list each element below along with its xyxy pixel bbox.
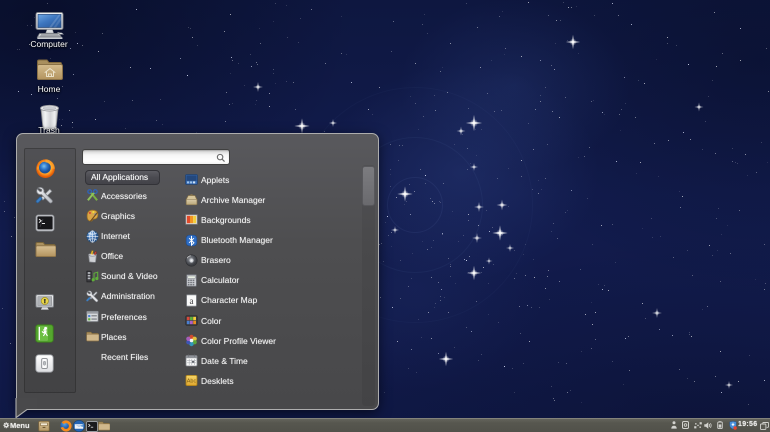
svg-text:Abc: Abc xyxy=(187,379,197,385)
svg-text:a: a xyxy=(190,296,194,306)
